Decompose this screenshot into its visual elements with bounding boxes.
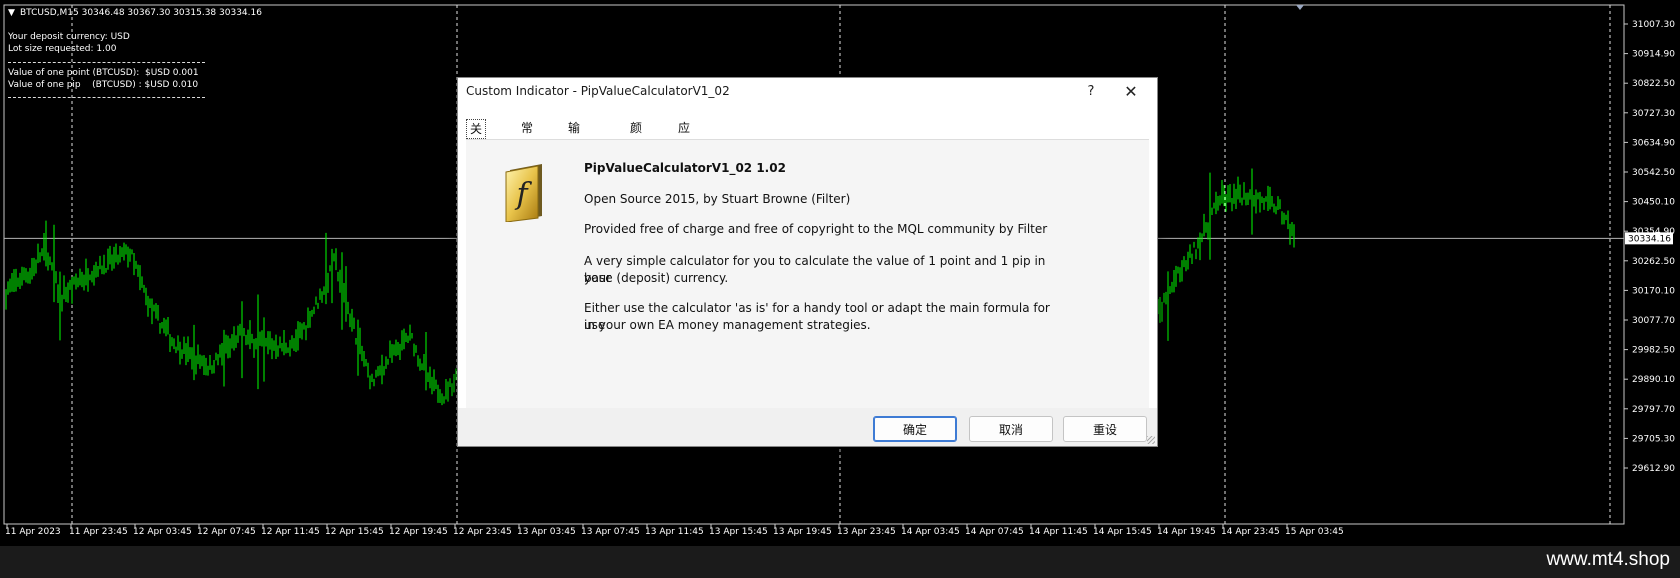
- ok-button[interactable]: 确定: [873, 416, 957, 442]
- close-button[interactable]: ✕: [1118, 80, 1144, 104]
- time-label: 13 Apr 07:45: [581, 527, 640, 537]
- time-label: 14 Apr 03:45: [901, 527, 960, 537]
- time-label: 12 Apr 11:45: [261, 527, 320, 537]
- price-label: 30450.10: [1632, 198, 1675, 208]
- time-label: 13 Apr 03:45: [517, 527, 576, 537]
- time-label: 13 Apr 19:45: [773, 527, 832, 537]
- price-axis: 31007.30 30914.90 30822.50 30727.30 30634.90…: [1624, 20, 1675, 474]
- resize-grip-icon[interactable]: [1147, 436, 1155, 444]
- pip-value-line: Value of one pip (BTCUSD) : $USD 0.010: [8, 80, 199, 90]
- time-label: 12 Apr 23:45: [453, 527, 512, 537]
- current-price-label: 30334.16: [1628, 234, 1671, 244]
- price-label: 30727.30: [1632, 109, 1675, 119]
- time-label: 11 Apr 23:45: [69, 527, 128, 537]
- bottom-bar: www.mt4.shop: [0, 546, 1680, 578]
- tab-common[interactable]: 常用: [518, 119, 536, 153]
- info-separator-top: [8, 62, 205, 63]
- time-label: 12 Apr 07:45: [197, 527, 256, 537]
- dialog-title: Custom Indicator - PipValueCalculatorV1_…: [466, 84, 730, 98]
- dialog-footer: 确定 取消 重设: [458, 408, 1157, 446]
- price-label: 30077.70: [1632, 316, 1675, 326]
- help-button[interactable]: ?: [1078, 80, 1104, 104]
- time-label: 15 Apr 03:45: [1285, 527, 1344, 537]
- price-label: 29797.70: [1632, 405, 1675, 415]
- info-separator-bottom: [8, 97, 205, 98]
- time-label: 13 Apr 23:45: [837, 527, 896, 537]
- price-label: 29890.10: [1632, 375, 1675, 385]
- point-value-line: Value of one point (BTCUSD): $USD 0.001: [8, 68, 199, 78]
- cancel-button[interactable]: 取消: [969, 416, 1053, 442]
- price-label: 29982.50: [1632, 346, 1675, 356]
- time-label: 12 Apr 15:45: [325, 527, 384, 537]
- price-label: 31007.30: [1632, 20, 1675, 30]
- about-panel: f PipValueCalculatorV1_02 1.02 Open Sour…: [466, 139, 1149, 409]
- scroll-marker-icon: [1296, 5, 1304, 10]
- price-label: 30914.90: [1632, 50, 1675, 60]
- price-label: 30170.10: [1632, 286, 1675, 296]
- time-label: 11 Apr 2023: [5, 527, 61, 537]
- indicator-name-version: PipValueCalculatorV1_02 1.02: [584, 161, 786, 175]
- time-label: 12 Apr 03:45: [133, 527, 192, 537]
- tab-inputs[interactable]: 输入参数: [565, 119, 583, 189]
- lot-size-line: Lot size requested: 1.00: [8, 44, 117, 54]
- time-label: 14 Apr 19:45: [1157, 527, 1216, 537]
- tab-visualization[interactable]: 应用范围: [675, 119, 693, 189]
- price-label: 30542.50: [1632, 168, 1675, 178]
- time-label: 13 Apr 11:45: [645, 527, 704, 537]
- license-text: Provided free of charge and free of copy…: [584, 222, 1048, 236]
- time-axis: 11 Apr 2023 11 Apr 23:45 12 Apr 03:45 12 Ap…: [5, 524, 1344, 537]
- chart-header-arrow-icon[interactable]: ▼: [8, 8, 15, 18]
- time-label: 12 Apr 19:45: [389, 527, 448, 537]
- usage-line-2: in your own EA money management strategi…: [584, 318, 871, 332]
- price-label: 30262.50: [1632, 257, 1675, 267]
- price-label: 30634.90: [1632, 138, 1675, 148]
- metaeditor-f-icon: f: [505, 164, 542, 222]
- price-label: 30822.50: [1632, 79, 1675, 89]
- copyright-text: Open Source 2015, by Stuart Browne (Filt…: [584, 192, 851, 206]
- time-label: 13 Apr 15:45: [709, 527, 768, 537]
- price-label: 29705.30: [1632, 434, 1675, 444]
- reset-button[interactable]: 重设: [1063, 416, 1147, 442]
- price-label: 29612.90: [1632, 464, 1675, 474]
- tab-colors[interactable]: 颜色: [627, 119, 645, 153]
- time-label: 14 Apr 07:45: [965, 527, 1024, 537]
- time-label: 14 Apr 23:45: [1221, 527, 1280, 537]
- watermark: www.mt4.shop: [1546, 549, 1670, 570]
- tab-about[interactable]: 关于: [466, 119, 487, 154]
- time-label: 14 Apr 11:45: [1029, 527, 1088, 537]
- chart-header: BTCUSD,M15 30346.48 30367.30 30315.38 30…: [20, 8, 262, 18]
- description-line-2: base (deposit) currency.: [584, 271, 729, 285]
- time-label: 14 Apr 15:45: [1093, 527, 1152, 537]
- custom-indicator-dialog: Custom Indicator - PipValueCalculatorV1_…: [457, 77, 1158, 447]
- deposit-currency-line: Your deposit currency: USD: [8, 32, 130, 42]
